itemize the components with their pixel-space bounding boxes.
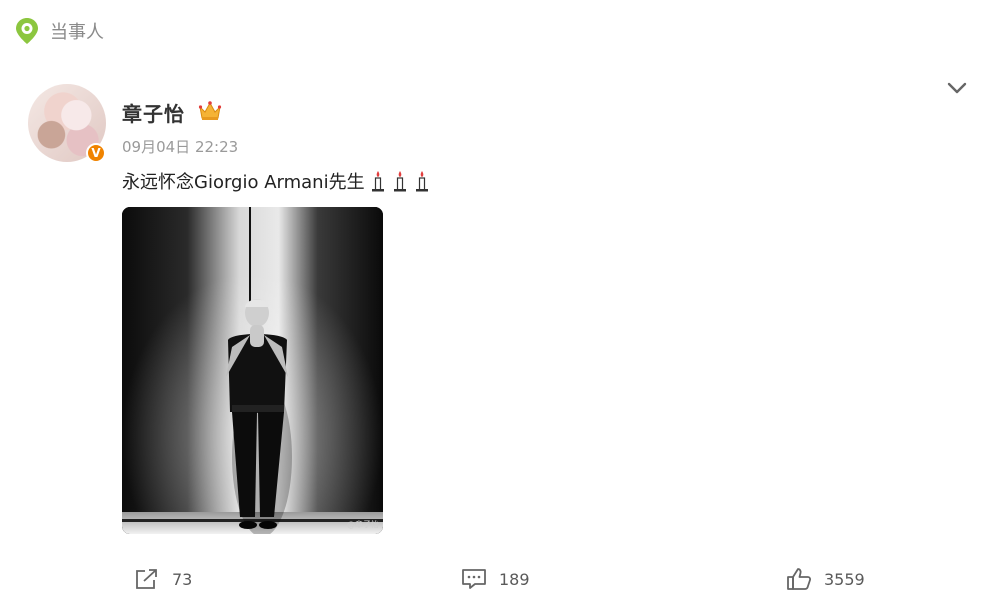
repost-count: 73 bbox=[172, 569, 193, 589]
comment-icon bbox=[462, 569, 486, 589]
candle-icon bbox=[393, 171, 406, 192]
post-timestamp[interactable]: 09月04日 22:23 bbox=[122, 136, 238, 157]
comment-count: 189 bbox=[499, 569, 530, 589]
crown-icon bbox=[198, 101, 222, 120]
comment-button[interactable]: 189 bbox=[461, 567, 530, 591]
post-image-art bbox=[122, 207, 383, 534]
repost-button[interactable]: 73 bbox=[134, 567, 192, 591]
post-image[interactable]: @章子怡 bbox=[122, 207, 383, 534]
post-text: 永远怀念Giorgio Armani先生 bbox=[122, 172, 365, 193]
location-pin-icon bbox=[16, 18, 38, 44]
chevron-down-icon[interactable] bbox=[946, 80, 968, 96]
verified-badge: V bbox=[86, 143, 106, 163]
repost-icon bbox=[136, 569, 157, 589]
like-button[interactable]: 3559 bbox=[786, 567, 865, 591]
thumbs-up-icon bbox=[787, 568, 812, 590]
action-bar: 73 189 3559 bbox=[0, 566, 996, 596]
candle-icon bbox=[371, 171, 384, 192]
emoji-group bbox=[367, 169, 433, 193]
topbar: 当事人 bbox=[14, 16, 104, 46]
like-count: 3559 bbox=[824, 569, 865, 589]
author-name[interactable]: 章子怡 bbox=[122, 98, 185, 127]
topic-title[interactable]: 当事人 bbox=[50, 18, 104, 44]
post-content: 永远怀念Giorgio Armani先生 bbox=[122, 168, 433, 194]
image-watermark: @章子怡 bbox=[347, 520, 379, 529]
candle-icon bbox=[415, 171, 428, 192]
